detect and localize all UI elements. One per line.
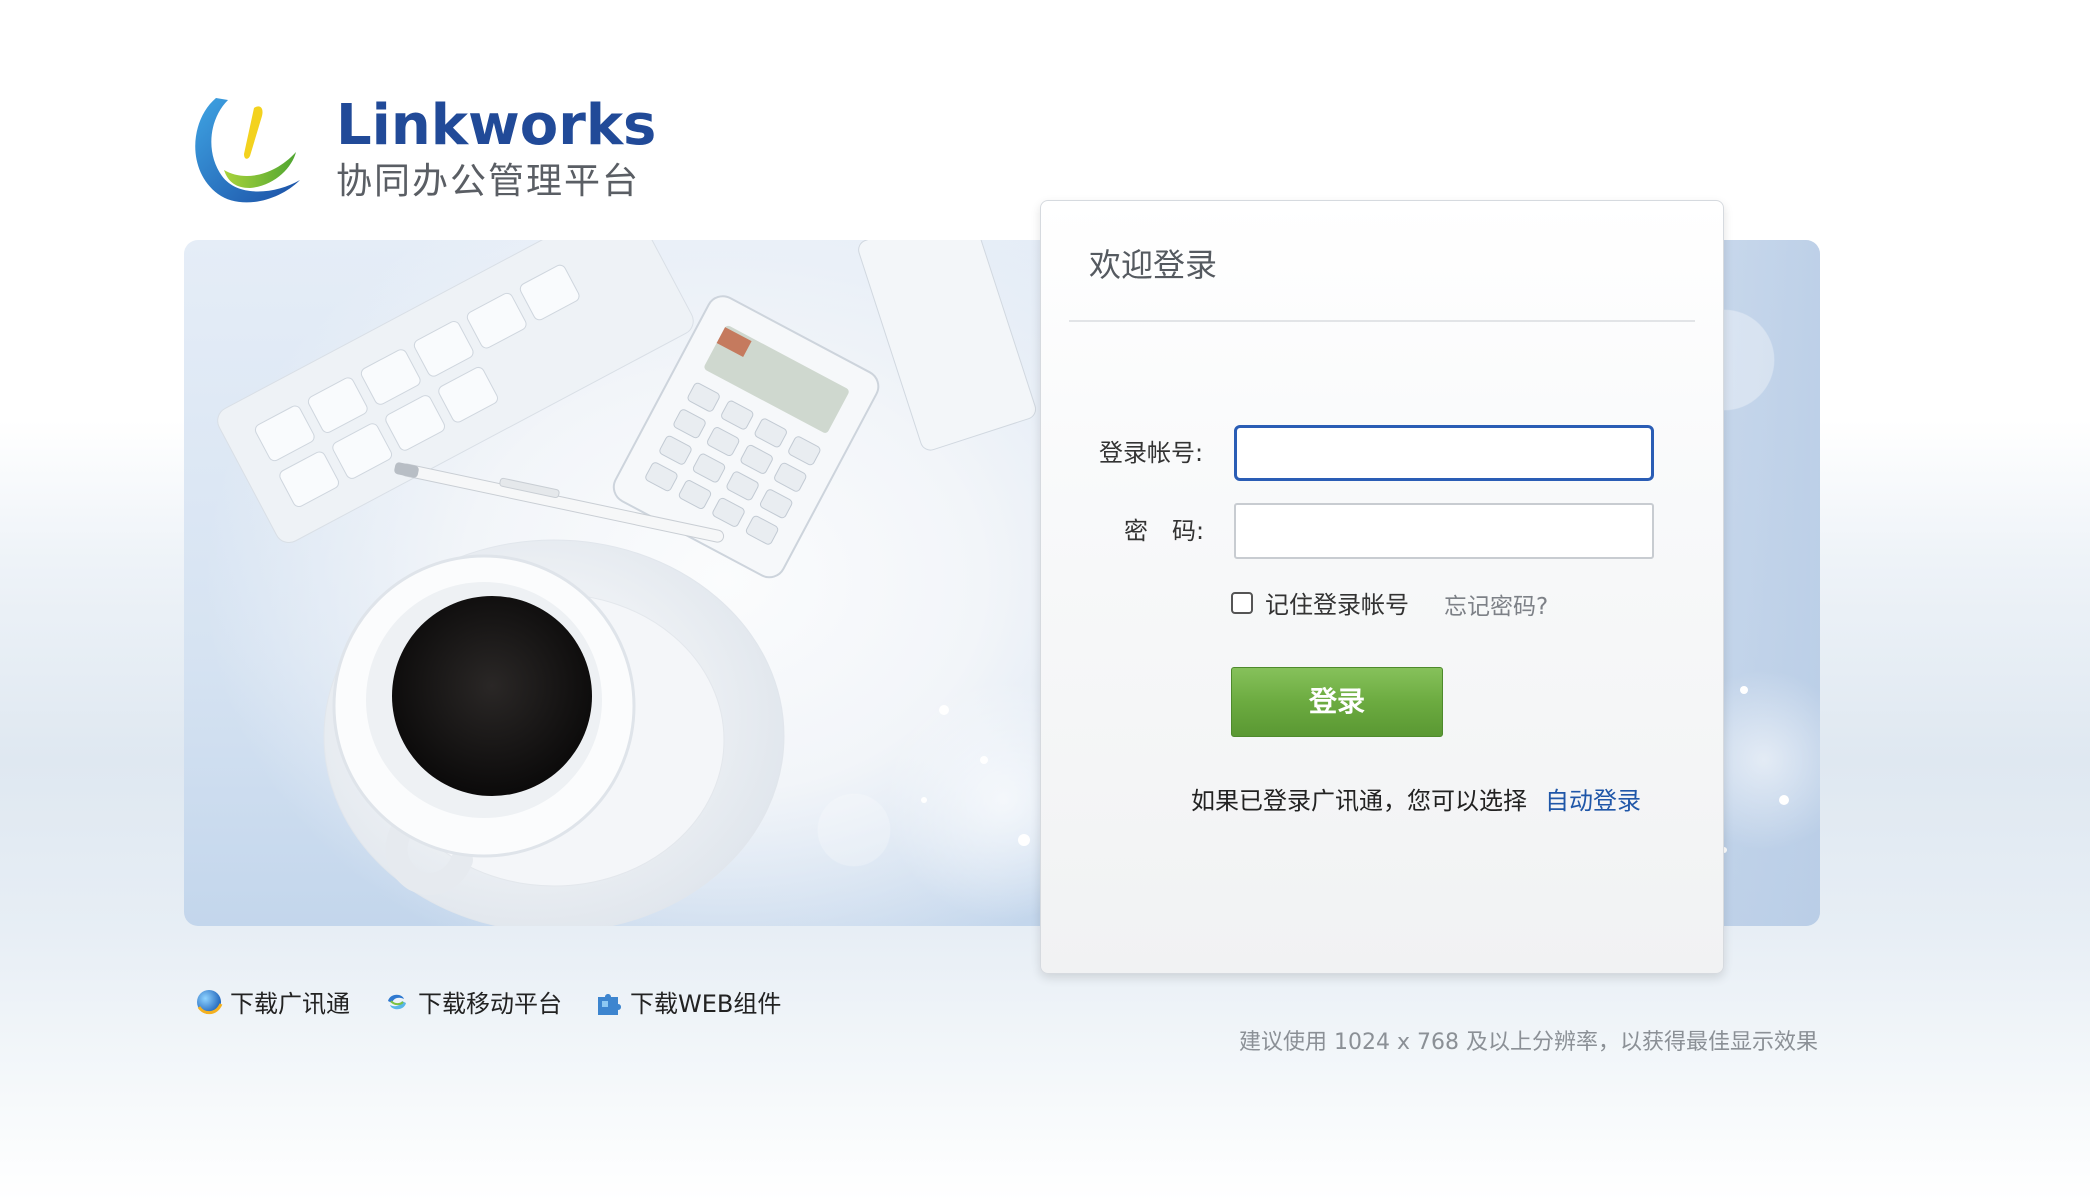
- download-mobile-label: 下载移动平台: [418, 990, 562, 1018]
- logo-title: Linkworks: [336, 93, 657, 158]
- resolution-hint: 建议使用 1024 x 768 及以上分辨率，以获得最佳显示效果: [1239, 1030, 1818, 1055]
- auto-login-row: 如果已登录广讯通，您可以选择 自动登录: [1191, 781, 1641, 816]
- mobile-swirl-icon: [388, 994, 406, 1009]
- globe-icon: [197, 989, 223, 1014]
- username-input[interactable]: [1234, 425, 1654, 481]
- logo-swoosh-icon: [195, 98, 300, 203]
- login-card: 欢迎登录 登录帐号: 密 码: 记住登录帐号 忘记密码? 登录 如果已登录广讯通…: [1040, 200, 1724, 974]
- username-label: 登录帐号:: [1099, 439, 1204, 467]
- forgot-password-link[interactable]: 忘记密码?: [1444, 587, 1548, 621]
- brand-logo: Linkworks 协同办公管理平台: [188, 90, 656, 210]
- download-mobile-link[interactable]: 下载移动平台: [382, 984, 562, 1019]
- title-divider: [1069, 320, 1695, 322]
- password-label: 密 码:: [1124, 517, 1205, 545]
- download-links: 下载广讯通 下载移动平台 下载WEB组件: [194, 984, 813, 1019]
- remember-label: 记住登录帐号: [1265, 591, 1409, 619]
- login-title: 欢迎登录: [1089, 246, 1218, 284]
- download-gxt-link[interactable]: 下载广讯通: [194, 984, 350, 1019]
- login-button[interactable]: 登录: [1231, 667, 1443, 737]
- auto-login-link[interactable]: 自动登录: [1545, 787, 1641, 815]
- puzzle-icon: [598, 993, 621, 1015]
- download-web-link[interactable]: 下载WEB组件: [594, 984, 781, 1019]
- download-web-label: 下载WEB组件: [630, 990, 782, 1018]
- remember-account[interactable]: 记住登录帐号: [1231, 585, 1409, 620]
- auto-login-text: 如果已登录广讯通，您可以选择: [1191, 787, 1527, 815]
- login-page: Linkworks 协同办公管理平台 欢迎登录 登录帐号: 密 码: 记住登录帐…: [0, 0, 2090, 1202]
- logo-subtitle: 协同办公管理平台: [336, 161, 641, 202]
- download-gxt-label: 下载广讯通: [230, 990, 350, 1018]
- remember-checkbox[interactable]: [1231, 591, 1253, 614]
- password-input[interactable]: [1234, 503, 1654, 559]
